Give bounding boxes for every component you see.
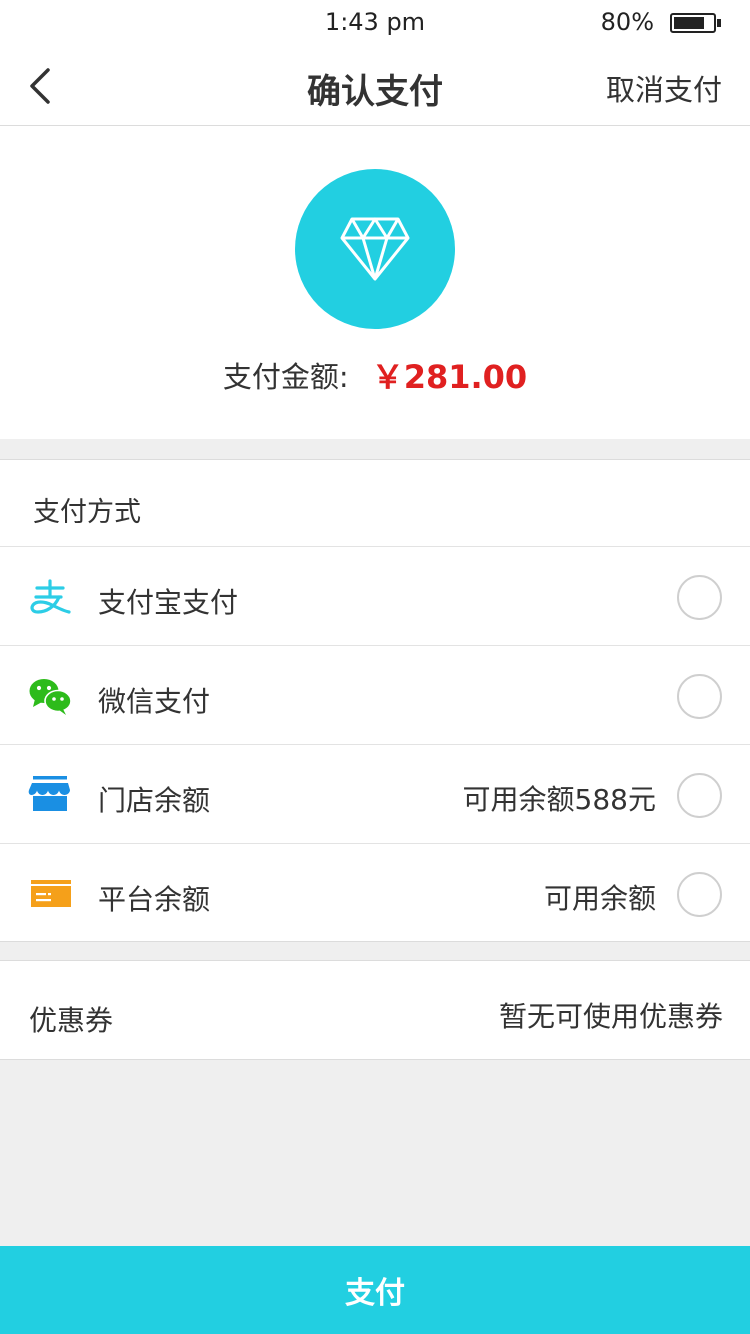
payment-option-store-balance[interactable]: 门店余额 可用余额588元: [0, 745, 750, 844]
alipay-icon: [30, 579, 71, 614]
payment-methods-title: 支付方式: [33, 497, 141, 528]
battery-icon: [670, 13, 716, 33]
payment-option-platform-balance[interactable]: 平台余额 可用余额: [0, 844, 750, 943]
payment-option-label: 平台余额: [98, 883, 211, 916]
platform-balance-available: 可用余额: [543, 882, 656, 915]
payment-methods-header: 支付方式: [0, 460, 750, 547]
coupon-value: 暂无可使用优惠券: [498, 1000, 723, 1033]
status-bar: 1:43 pm 80%: [0, 0, 750, 48]
nav-bar: 确认支付 取消支付: [0, 48, 750, 126]
battery-percentage: 80%: [600, 8, 654, 36]
amount-label: 支付金额:: [222, 360, 349, 394]
wallet-icon: [31, 880, 71, 907]
wechat-icon: [29, 679, 72, 715]
amount-row: 支付金额: ￥281.00: [0, 352, 750, 398]
battery-fill: [674, 17, 704, 29]
radio-wechat[interactable]: [677, 674, 722, 719]
diamond-badge: [295, 169, 455, 329]
cancel-payment-button[interactable]: 取消支付: [606, 67, 722, 109]
payment-summary: 支付金额: ￥281.00: [0, 126, 750, 439]
payment-option-wechat[interactable]: 微信支付: [0, 646, 750, 745]
payment-option-label: 微信支付: [98, 685, 211, 718]
payment-option-label: 门店余额: [98, 784, 211, 817]
radio-alipay[interactable]: [677, 575, 722, 620]
coupon-row[interactable]: 优惠券 暂无可使用优惠券: [0, 960, 750, 1060]
coupon-label: 优惠券: [29, 1004, 114, 1037]
battery-cap: [717, 19, 721, 27]
amount-value: ￥281.00: [371, 358, 528, 396]
diamond-icon: [340, 217, 410, 281]
store-icon: [28, 776, 70, 811]
store-balance-available: 可用余额588元: [462, 783, 656, 816]
payment-methods: 支付方式 支付宝支付 微信支付 门店余额 可用余额588元 平台余额 可用余额: [0, 459, 750, 942]
pay-button[interactable]: 支付: [0, 1246, 750, 1334]
payment-option-label: 支付宝支付: [98, 586, 239, 619]
radio-platform-balance[interactable]: [677, 872, 722, 917]
payment-option-alipay[interactable]: 支付宝支付: [0, 547, 750, 646]
radio-store-balance[interactable]: [677, 773, 722, 818]
